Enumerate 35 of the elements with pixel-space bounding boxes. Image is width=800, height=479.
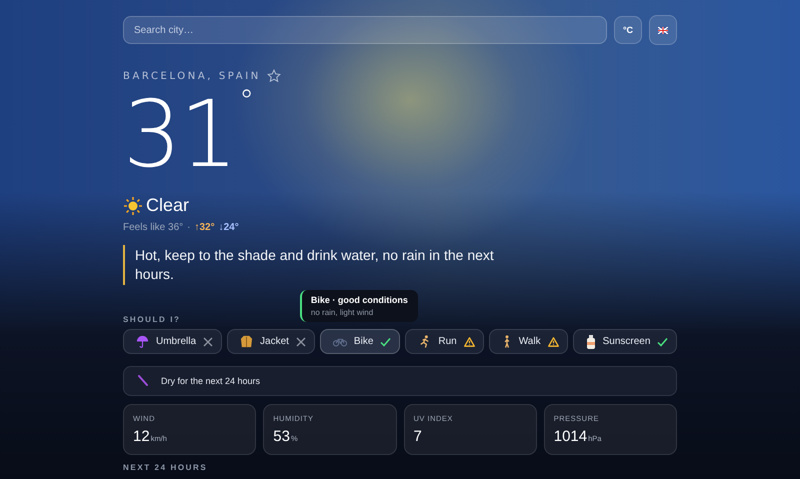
- closed-umbrella-icon: [137, 375, 149, 387]
- section-heading: NEXT 24 HOURS: [123, 463, 208, 472]
- stat-value: 7: [414, 428, 422, 445]
- tooltip-title: Bike · good conditions: [310, 295, 408, 305]
- bottle-icon: [586, 334, 596, 348]
- condition: Clear: [146, 195, 190, 216]
- sun-icon: [123, 196, 143, 216]
- activity-chip[interactable]: Bike: [320, 329, 400, 354]
- section-heading: SHOULD I?: [123, 315, 182, 324]
- activity-chip[interactable]: Walk: [488, 329, 568, 354]
- rain-outlook-text: Dry for the next 24 hours: [161, 376, 260, 386]
- activity-chip[interactable]: Run: [405, 329, 484, 354]
- language-button[interactable]: [649, 15, 677, 45]
- stat-value: 12: [133, 428, 150, 445]
- activity-chip[interactable]: Jacket: [227, 329, 315, 354]
- degree-sign: °: [239, 87, 254, 117]
- activity-chip[interactable]: Sunscreen: [572, 329, 678, 354]
- umbrella-icon: [136, 335, 149, 348]
- separator: ·: [187, 222, 190, 233]
- stat-value: 53: [273, 428, 290, 445]
- activity-chip[interactable]: Umbrella: [123, 329, 222, 354]
- tooltip-detail: no rain, light wind: [310, 308, 374, 317]
- city-name: BARCELONA, SPAIN: [123, 70, 261, 82]
- temperature: 31: [123, 87, 236, 183]
- high-temperature: ↑32°: [194, 222, 215, 233]
- star-icon[interactable]: [266, 69, 281, 83]
- low-temperature: ↓24°: [218, 222, 239, 233]
- stat-value: 1014: [554, 428, 588, 445]
- unit-button[interactable]: °C: [614, 16, 642, 44]
- bicycle-icon: [332, 336, 347, 346]
- feels-like: Feels like 36°: [123, 222, 184, 233]
- advice-quote: Hot, keep to the shade and drink water, no rain in the next hours.: [123, 245, 505, 285]
- flag-icon: [658, 26, 668, 34]
- jacket-icon: [240, 335, 254, 348]
- runner-icon: [418, 335, 432, 348]
